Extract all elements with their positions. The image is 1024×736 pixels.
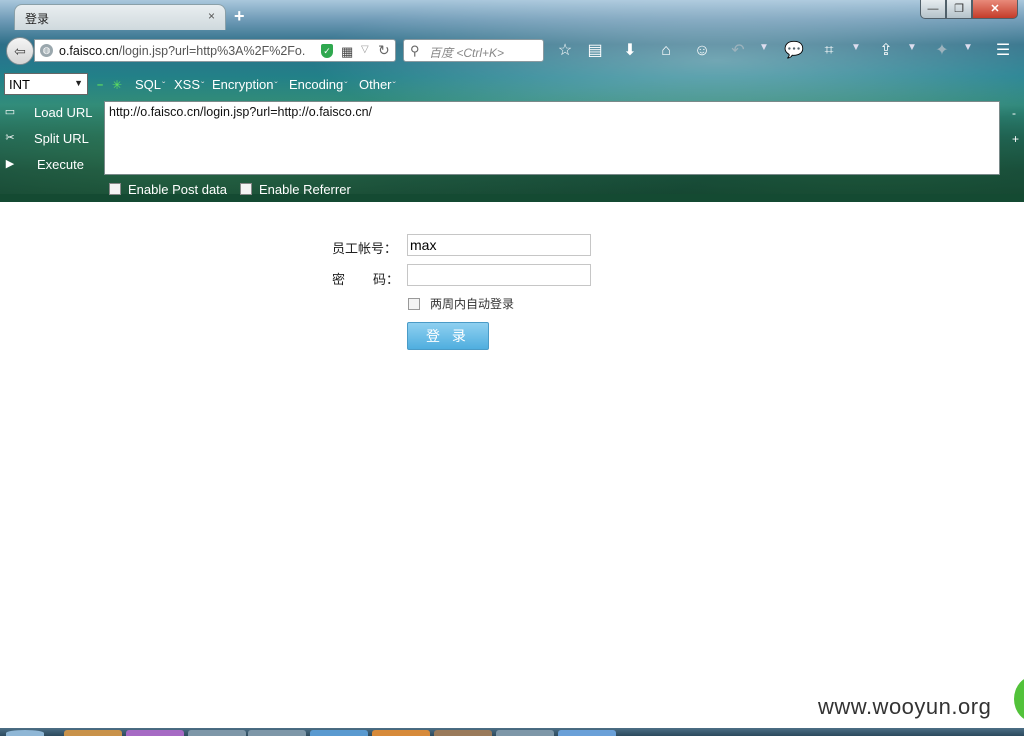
login-form: 员工帐号： max 密 码： 两周内自动登录 登 录 bbox=[0, 202, 1024, 702]
watermark: www.wooyun.org bbox=[818, 694, 992, 719]
back-button[interactable]: ⇦ bbox=[6, 37, 34, 65]
int-select[interactable]: INT ▼ bbox=[4, 73, 88, 95]
globe-icon: ◍ bbox=[40, 44, 53, 57]
reload-icon[interactable]: ↻ bbox=[378, 42, 390, 59]
password-label-first: 密 bbox=[332, 272, 346, 287]
upload-dropdown-icon[interactable]: ▼ bbox=[907, 42, 917, 53]
home-icon[interactable]: ⌂ bbox=[655, 40, 677, 62]
chat-icon[interactable]: 💬 bbox=[783, 40, 805, 62]
taskbar-item[interactable] bbox=[248, 730, 306, 736]
close-tab-icon[interactable]: × bbox=[208, 9, 215, 23]
shrink-textarea-button[interactable]: - bbox=[1012, 106, 1016, 120]
load-url-icon: ▭ bbox=[4, 106, 16, 118]
split-url-button[interactable]: ✂ Split URL bbox=[0, 128, 100, 150]
menu-icon[interactable]: ☰ bbox=[992, 40, 1014, 62]
password-label-second: 码： bbox=[373, 272, 400, 287]
address-bar[interactable]: ◍ o.faisco.cn/login.jsp?url=http%3A%2F%2… bbox=[34, 39, 396, 62]
history-dropdown-icon[interactable]: ▽ bbox=[361, 44, 369, 55]
account-input[interactable]: max bbox=[407, 234, 591, 256]
minimize-button[interactable]: — bbox=[920, 0, 946, 19]
back-arrow-icon: ⇦ bbox=[14, 43, 26, 59]
taskbar-item[interactable] bbox=[188, 730, 246, 736]
execute-label: Execute bbox=[37, 157, 84, 172]
crop-icon[interactable]: ⌗ bbox=[818, 40, 840, 62]
taskbar-item[interactable] bbox=[434, 730, 492, 736]
hackbar-url-textarea[interactable]: http://o.faisco.cn/login.jsp?url=http://… bbox=[104, 101, 1000, 175]
reading-list-icon[interactable]: ▤ bbox=[584, 40, 606, 62]
split-url-label: Split URL bbox=[34, 131, 89, 146]
url-path: /login.jsp?url=http%3A%2F%2Fo. bbox=[118, 44, 306, 58]
tab-title: 登录 bbox=[25, 12, 50, 26]
bookmark-star-icon[interactable]: ☆ bbox=[554, 40, 576, 62]
upload-icon[interactable]: ⇪ bbox=[875, 40, 897, 62]
new-tab-button[interactable]: + bbox=[234, 6, 245, 27]
taskbar-item[interactable] bbox=[372, 730, 430, 736]
extension-dropdown-icon[interactable]: ▼ bbox=[963, 42, 973, 53]
taskbar-item[interactable] bbox=[64, 730, 122, 736]
menu-other[interactable]: Other bbox=[359, 77, 396, 92]
account-label: 员工帐号： bbox=[332, 241, 398, 256]
crop-dropdown-icon[interactable]: ▼ bbox=[851, 42, 861, 53]
undo-dropdown-icon[interactable]: ▼ bbox=[759, 42, 769, 53]
extension-icon[interactable]: ✦ bbox=[931, 40, 953, 62]
password-input[interactable] bbox=[407, 264, 591, 286]
grow-textarea-button[interactable]: + bbox=[1012, 132, 1019, 146]
download-icon[interactable]: ⬇ bbox=[619, 40, 641, 62]
url-text: o.faisco.cn/login.jsp?url=http%3A%2F%2Fo… bbox=[59, 44, 315, 58]
decrement-icon[interactable]: – bbox=[97, 79, 103, 91]
start-button[interactable] bbox=[6, 730, 44, 736]
shield-icon[interactable]: ✓ bbox=[321, 44, 333, 58]
maximize-button[interactable]: ❐ bbox=[946, 0, 972, 19]
remember-checkbox[interactable] bbox=[408, 298, 420, 310]
load-url-label: Load URL bbox=[34, 105, 93, 120]
taskbar-item[interactable] bbox=[558, 730, 616, 736]
taskbar-item[interactable] bbox=[496, 730, 554, 736]
remember-label: 两周内自动登录 bbox=[430, 297, 515, 311]
split-url-icon: ✂ bbox=[5, 132, 15, 144]
int-select-value: INT bbox=[9, 77, 30, 92]
menu-xss[interactable]: XSS bbox=[174, 77, 204, 92]
hackbar-url-value: http://o.faisco.cn/login.jsp?url=http://… bbox=[109, 105, 372, 119]
browser-chrome: 登录 × + — ❐ ✕ ⇦ ◍ o.faisco.cn/login.jsp?u… bbox=[0, 0, 1024, 202]
close-window-button[interactable]: ✕ bbox=[972, 0, 1018, 19]
enable-post-box[interactable] bbox=[109, 183, 121, 195]
execute-icon: ▶ bbox=[5, 158, 15, 170]
load-url-button[interactable]: ▭ Load URL bbox=[0, 102, 100, 124]
search-bar[interactable]: ⚲ 百度 <Ctrl+K> bbox=[403, 39, 544, 62]
smiley-icon[interactable]: ☺ bbox=[691, 40, 713, 62]
enable-referrer-box[interactable] bbox=[240, 183, 252, 195]
taskbar-item[interactable] bbox=[126, 730, 184, 736]
increment-icon[interactable]: ✳ bbox=[112, 78, 122, 92]
menu-encryption[interactable]: Encryption bbox=[212, 77, 278, 92]
menu-encoding[interactable]: Encoding bbox=[289, 77, 348, 92]
url-host: o.faisco.cn bbox=[59, 44, 119, 58]
login-button[interactable]: 登 录 bbox=[407, 322, 489, 350]
account-value: max bbox=[410, 237, 437, 253]
enable-post-label: Enable Post data bbox=[128, 182, 228, 197]
undo-icon[interactable]: ↶ bbox=[727, 40, 749, 62]
qr-code-icon[interactable]: ▦ bbox=[341, 44, 353, 60]
search-placeholder: 百度 <Ctrl+K> bbox=[429, 46, 505, 60]
search-icon: ⚲ bbox=[410, 43, 420, 58]
menu-sql[interactable]: SQL bbox=[135, 77, 165, 92]
execute-button[interactable]: ▶ Execute bbox=[0, 154, 100, 176]
enable-referrer-label: Enable Referrer bbox=[259, 182, 351, 197]
chevron-down-icon: ▼ bbox=[74, 78, 83, 88]
taskbar-item[interactable] bbox=[310, 730, 368, 736]
tab-login[interactable]: 登录 × bbox=[14, 4, 226, 30]
